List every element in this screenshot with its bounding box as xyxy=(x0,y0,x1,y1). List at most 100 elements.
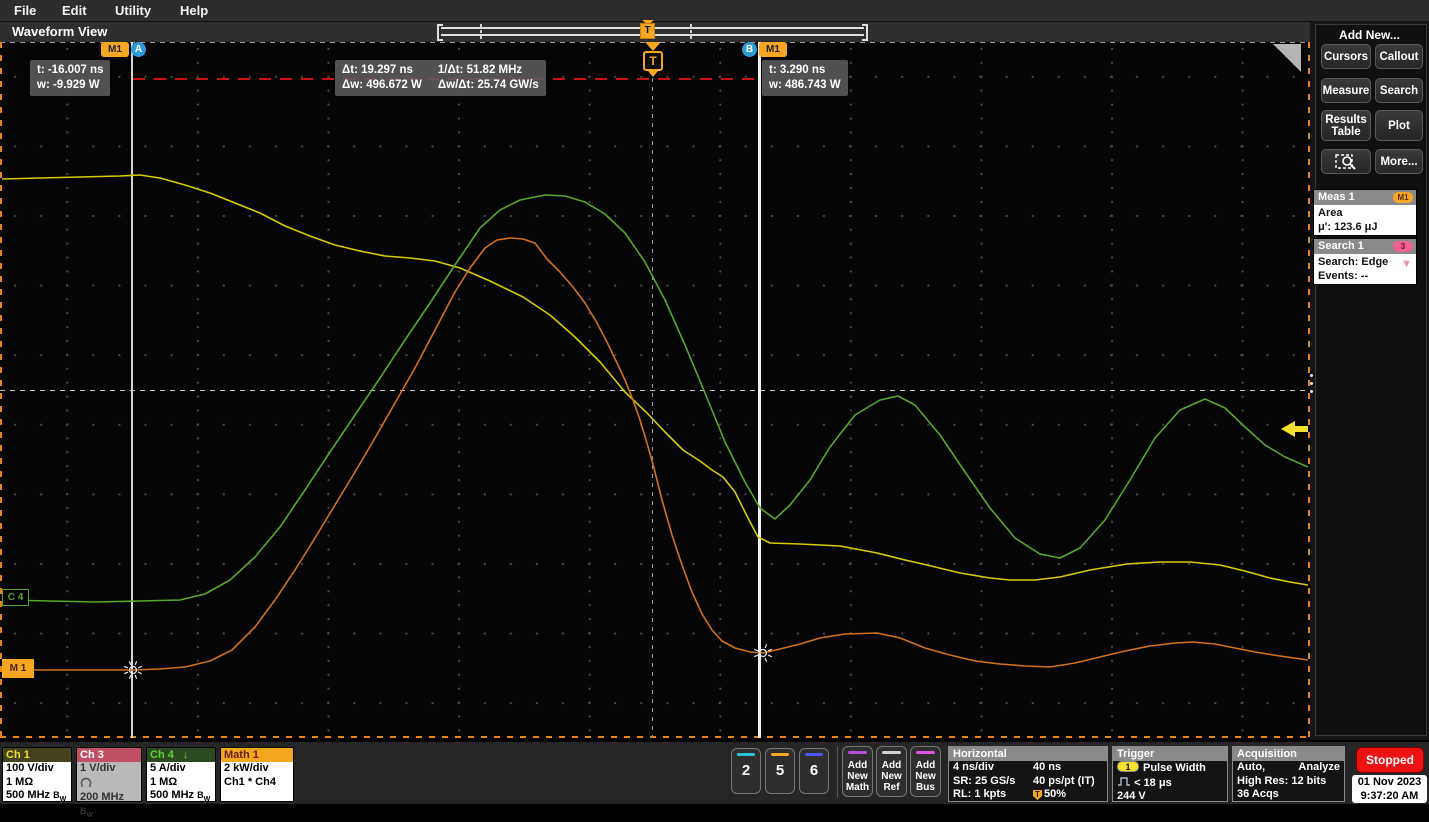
sample-interval: 40 ps/pt (IT) xyxy=(1033,775,1095,789)
cursor-a-readout: t: -16.007 ns w: -9.929 W xyxy=(30,60,110,96)
ch3-scale: 1 V/div xyxy=(80,762,138,776)
ch1-badge[interactable]: Ch 1 100 V/div 1 MΩ 500 MHz BW xyxy=(2,747,72,802)
zoom-mode-button[interactable] xyxy=(1321,149,1371,174)
meas1-value: μ': 123.6 μJ xyxy=(1318,220,1412,234)
waveform-view: Waveform View T T M1 A B M1 xyxy=(0,22,1310,740)
menu-bar: File Edit Utility Help xyxy=(0,0,1429,22)
trigger-marker-icon[interactable]: T xyxy=(643,51,663,71)
acquisition-panel[interactable]: Acquisition Auto,Analyze High Res: 12 bi… xyxy=(1232,746,1345,802)
ch1-header: Ch 1 xyxy=(3,748,71,762)
add-callout-button[interactable]: Callout xyxy=(1375,44,1423,69)
trigger-marker-arrow-icon xyxy=(645,42,661,51)
math1-badge[interactable]: Math 1 2 kW/div Ch1 * Ch4 xyxy=(220,747,294,802)
add-new-math-button[interactable]: AddNewMath xyxy=(842,746,873,797)
trigger-level-arrow-stub xyxy=(1295,426,1308,432)
math1-header: Math 1 xyxy=(221,748,293,762)
ch5-number: 5 xyxy=(766,762,794,779)
add-results-table-button[interactable]: Results Table xyxy=(1321,110,1371,141)
add-plot-button[interactable]: Plot xyxy=(1375,110,1423,141)
trigger-level-arrow-icon[interactable] xyxy=(1281,421,1295,437)
cursor-a-source-badge[interactable]: M1 xyxy=(101,42,129,57)
trigger-source-pill: 1 xyxy=(1117,761,1139,772)
delta-t: Δt: 19.297 ns xyxy=(342,63,422,78)
horizontal-scale: 4 ns/div xyxy=(953,761,994,773)
ch3-body: 1 V/div 200 MHz BW xyxy=(77,762,141,822)
meas1-badge[interactable]: Meas 1 M1 Area μ': 123.6 μJ xyxy=(1313,189,1417,236)
search1-body: Search: Edge Events: -- ▼ xyxy=(1314,254,1416,284)
horizontal-window: 40 ns xyxy=(1033,761,1061,775)
ch4-position-tag[interactable]: C 4 xyxy=(2,589,29,606)
inverse-delta-t: 1/Δt: 51.82 MHz xyxy=(438,63,539,78)
acquisition-analyze: Analyze xyxy=(1298,761,1340,775)
acquisition-resolution: High Res: 12 bits xyxy=(1237,775,1326,787)
horizontal-panel[interactable]: Horizontal 4 ns/div40 ns SR: 25 GS/s40 p… xyxy=(948,746,1108,802)
math-color-stripe xyxy=(848,751,867,754)
cursor-b-badge[interactable]: B xyxy=(742,42,757,57)
ch1-scale: 100 V/div xyxy=(6,762,68,776)
search1-badge[interactable]: Search 1 3 Search: Edge Events: -- ▼ xyxy=(1313,238,1417,285)
cursor-b-time: t: 3.290 ns xyxy=(769,63,841,78)
menu-file[interactable]: File xyxy=(14,3,36,18)
ch3-probe-row xyxy=(80,776,138,792)
ch3-badge[interactable]: Ch 3 1 V/div 200 MHz BW xyxy=(76,747,142,802)
menu-help[interactable]: Help xyxy=(180,3,208,18)
menu-utility[interactable]: Utility xyxy=(115,3,151,18)
minimap-trigger-icon[interactable]: T xyxy=(640,23,655,39)
add-new-ref-button[interactable]: AddNewRef xyxy=(876,746,907,797)
search1-header: Search 1 3 xyxy=(1314,239,1416,254)
ch2-enable-button[interactable]: 2 xyxy=(731,748,761,794)
view-titlebar: Waveform View T xyxy=(0,22,1310,42)
ch5-color-stripe xyxy=(771,753,789,756)
trigger-panel[interactable]: Trigger 1Pulse Width < 18 μs 244 V xyxy=(1112,746,1228,802)
minimap-right-bracket[interactable] xyxy=(862,24,868,41)
cursor-a-badge[interactable]: A xyxy=(131,42,146,57)
add-new-bus-button[interactable]: AddNewBus xyxy=(910,746,941,797)
search1-events: Events: -- xyxy=(1318,269,1412,283)
ch2-number: 2 xyxy=(732,762,760,779)
ch5-enable-button[interactable]: 5 xyxy=(765,748,795,794)
acquisition-count: 36 Acqs xyxy=(1237,788,1279,800)
math1-expression: Ch1 * Ch4 xyxy=(224,776,290,790)
minimap-cursor-b-tick xyxy=(690,24,692,41)
math1-body: 2 kW/div Ch1 * Ch4 xyxy=(221,762,293,789)
search1-count-pill: 3 xyxy=(1393,241,1413,252)
panel-splitter-handle[interactable] xyxy=(1310,369,1314,398)
ch4-name: Ch 4 xyxy=(150,749,174,761)
more-button[interactable]: More... xyxy=(1375,149,1423,174)
search1-nav-icon[interactable]: ▼ xyxy=(1401,257,1412,271)
delta-w-over-delta-t: Δw/Δt: 25.74 GW/s xyxy=(438,78,539,93)
add-cursors-button[interactable]: Cursors xyxy=(1321,44,1371,69)
ch3-header: Ch 3 xyxy=(77,748,141,762)
cursor-a-value: w: -9.929 W xyxy=(37,78,103,93)
bottom-bar: Ch 1 100 V/div 1 MΩ 500 MHz BW Ch 3 1 V/… xyxy=(0,740,1429,804)
probe-icon xyxy=(80,776,92,787)
cursor-b-source-badge[interactable]: M1 xyxy=(759,42,787,57)
ch6-number: 6 xyxy=(800,762,828,779)
button-divider xyxy=(837,746,838,798)
ch4-down-arrow-icon: ↓ xyxy=(183,749,189,761)
bus-color-stripe xyxy=(916,751,935,754)
search1-type: Search: Edge xyxy=(1318,255,1412,269)
waveform-traces xyxy=(0,42,1310,738)
horizontal-pan-zoom-minimap[interactable]: T xyxy=(437,26,868,38)
math1-scale: 2 kW/div xyxy=(224,762,290,776)
cursor-b-value: w: 486.743 W xyxy=(769,78,841,93)
menu-edit[interactable]: Edit xyxy=(62,3,87,18)
minimap-left-bracket[interactable] xyxy=(437,24,443,41)
run-stop-button[interactable]: Stopped xyxy=(1356,747,1424,773)
ref-color-stripe xyxy=(882,751,901,754)
date: 01 Nov 2023 xyxy=(1352,776,1427,790)
add-search-button[interactable]: Search xyxy=(1375,78,1423,103)
ch4-badge[interactable]: Ch 4 ↓ 5 A/div 1 MΩ 500 MHz BW xyxy=(146,747,216,802)
add-measure-button[interactable]: Measure xyxy=(1321,78,1371,103)
ch1-impedance: 1 MΩ xyxy=(6,776,68,790)
cursor-b-readout: t: 3.290 ns w: 486.743 W xyxy=(762,60,848,96)
waveform-plot[interactable]: T M1 A B M1 t: -16.007 ns w: -9.929 W Δt… xyxy=(0,42,1310,738)
zoom-icon xyxy=(1335,153,1357,171)
cursor-delta-readout: Δt: 19.297 ns 1/Δt: 51.82 MHz Δw: 496.67… xyxy=(335,60,546,96)
time: 9:37:20 AM xyxy=(1352,790,1427,804)
plot-corner-fold-icon[interactable] xyxy=(1273,44,1301,72)
math1-position-tag[interactable]: M 1 xyxy=(2,659,34,678)
trigger-level: 244 V xyxy=(1117,790,1146,802)
ch6-enable-button[interactable]: 6 xyxy=(799,748,829,794)
